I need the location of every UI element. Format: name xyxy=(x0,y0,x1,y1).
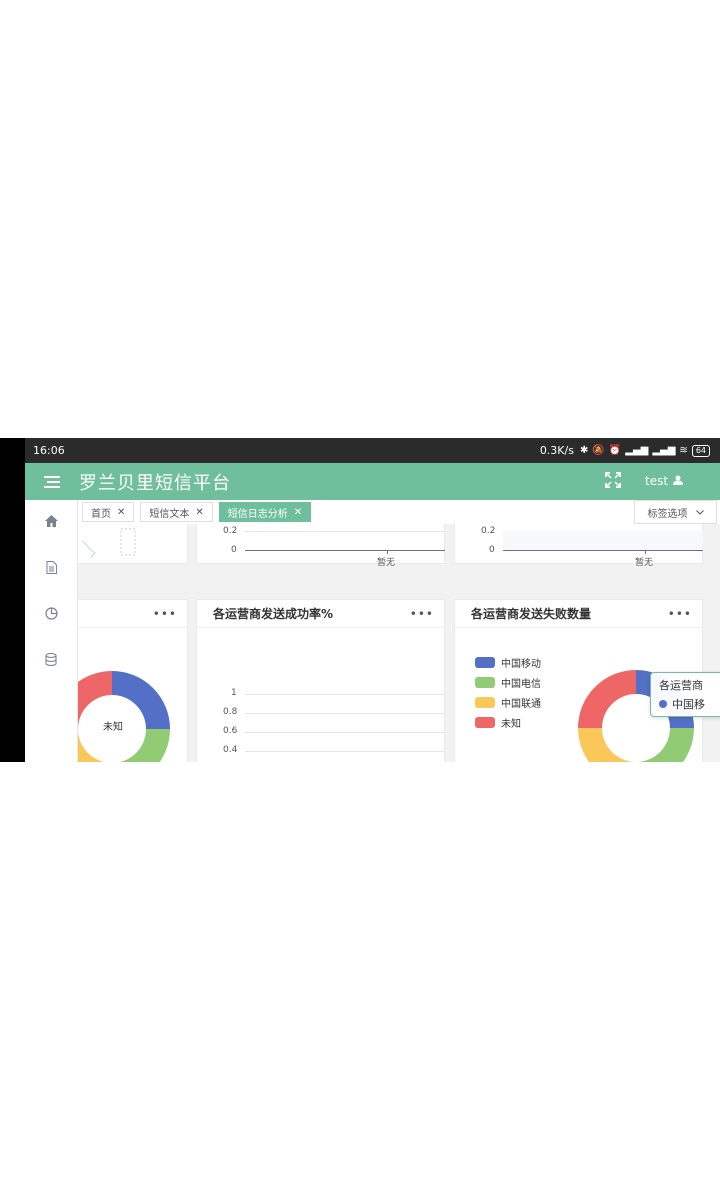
y-tick: 0 xyxy=(231,545,237,555)
sidebar xyxy=(25,500,78,762)
grid-line xyxy=(245,694,445,695)
chart-tooltip: 各运营商 中国移 xyxy=(650,672,720,717)
card-title: 各运营商发送失败数量 xyxy=(471,607,592,621)
empty-label: 暂无 xyxy=(635,558,654,568)
donut-chart xyxy=(78,671,170,762)
x-axis xyxy=(503,550,703,551)
map-fragment xyxy=(82,528,136,558)
y-tick: 0.4 xyxy=(223,745,238,755)
grid-line xyxy=(245,732,445,733)
sidebar-item-database[interactable] xyxy=(25,638,77,684)
username: test xyxy=(645,474,669,488)
y-tick: 1 xyxy=(231,688,237,698)
y-tick: 0.8 xyxy=(223,707,238,717)
success-rate-card: 各运营商发送成功率% ••• 1 0.8 0.6 0.4 xyxy=(196,599,445,762)
chevron-down-icon xyxy=(695,507,704,518)
y-tick: 0 xyxy=(489,545,495,555)
tab-options-label: 标签选项 xyxy=(647,508,688,520)
y-tick: 0.2 xyxy=(481,526,496,536)
signal-icon: ▂▄▆ xyxy=(652,445,676,456)
app-screen: 16:06 0.3K/s ✱ 🔕 ⏰ ▂▄▆ ▂▄▆ ≋ 64 罗兰贝里短信平台… xyxy=(0,438,720,762)
user-icon xyxy=(673,474,684,488)
failure-count-card: 各运营商发送失败数量 ••• 中国移动 中国电信 中国联通 未知 各运营商 中国… xyxy=(454,599,720,762)
tooltip-title: 各运营商 xyxy=(659,679,703,692)
x-axis xyxy=(245,550,445,551)
bluetooth-icon: ✱ xyxy=(579,445,589,456)
card-title: 各运营商发送成功率% xyxy=(213,607,334,621)
x-tick xyxy=(387,550,388,554)
empty-label: 暂无 xyxy=(377,558,396,568)
tooltip-item: 中国移 xyxy=(672,698,705,711)
tab-label: 首页 xyxy=(91,508,111,520)
alarm-icon: ⏰ xyxy=(608,445,622,456)
tab-label: 短信日志分析 xyxy=(227,508,288,520)
y-tick: 0.6 xyxy=(223,726,238,736)
status-icons: ✱ 🔕 ⏰ ▂▄▆ ▂▄▆ ≋ 64 xyxy=(579,444,710,457)
top-right-card: 0.2 0 暂无 xyxy=(454,524,703,568)
home-icon xyxy=(44,515,58,531)
sidebar-item-home[interactable] xyxy=(25,500,77,546)
more-icon[interactable]: ••• xyxy=(410,607,434,621)
user-menu[interactable]: test xyxy=(645,474,684,488)
status-bar: 16:06 0.3K/s ✱ 🔕 ⏰ ▂▄▆ ▂▄▆ ≋ 64 xyxy=(25,438,720,463)
close-icon[interactable]: ✕ xyxy=(195,507,203,518)
close-icon[interactable]: ✕ xyxy=(294,507,302,518)
tooltip-row: 中国移 xyxy=(659,696,720,712)
tab-home[interactable]: 首页 ✕ xyxy=(82,502,135,522)
document-icon xyxy=(46,560,57,578)
map-card xyxy=(78,524,188,564)
top-middle-card: 0.2 0 暂无 xyxy=(196,524,445,568)
grid-line xyxy=(245,713,445,714)
y-tick: 0.2 xyxy=(223,526,238,536)
grid-line xyxy=(245,531,445,532)
more-icon[interactable]: ••• xyxy=(153,607,177,621)
plot-area xyxy=(503,531,703,550)
card-header: 各运营商发送成功率% ••• xyxy=(197,600,444,628)
top-bar: 罗兰贝里短信平台 test xyxy=(25,463,720,500)
sidebar-item-documents[interactable] xyxy=(25,546,77,592)
database-icon xyxy=(45,652,57,670)
status-time: 16:06 xyxy=(33,444,65,457)
battery-icon: 64 xyxy=(691,444,710,457)
pie-chart-icon xyxy=(44,606,58,624)
signal-icon: ▂▄▆ xyxy=(625,445,649,456)
wifi-icon: ≋ xyxy=(679,445,688,456)
network-speed: 0.3K/s xyxy=(539,444,574,457)
fullscreen-icon[interactable] xyxy=(605,472,621,492)
card-header: ••• xyxy=(78,600,187,628)
tab-bar: 首页 ✕ 短信文本 ✕ 短信日志分析 ✕ xyxy=(78,500,720,524)
left-donut-card: ••• 未知 xyxy=(78,599,188,762)
more-icon[interactable]: ••• xyxy=(668,607,692,621)
close-icon[interactable]: ✕ xyxy=(117,507,125,518)
dashboard-content: 0.2 0 暂无 0.2 0 暂无 ••• 未知 各运营商发送成功率% ••• … xyxy=(78,524,720,762)
screen-bezel xyxy=(0,438,25,762)
card-header: 各运营商发送失败数量 ••• xyxy=(455,600,702,628)
mute-icon: 🔕 xyxy=(592,445,605,456)
sidebar-item-analysis[interactable] xyxy=(25,592,77,638)
app-title: 罗兰贝里短信平台 xyxy=(79,472,231,494)
tab-sms-text[interactable]: 短信文本 ✕ xyxy=(140,502,213,522)
tab-sms-log-analysis[interactable]: 短信日志分析 ✕ xyxy=(218,502,312,522)
menu-icon[interactable] xyxy=(25,475,79,488)
donut-center-label: 未知 xyxy=(103,722,123,733)
tab-label: 短信文本 xyxy=(149,508,190,520)
tab-options-dropdown[interactable]: 标签选项 xyxy=(634,500,717,524)
grid-line xyxy=(245,751,445,752)
x-tick xyxy=(645,550,646,554)
tooltip-marker xyxy=(659,700,667,708)
